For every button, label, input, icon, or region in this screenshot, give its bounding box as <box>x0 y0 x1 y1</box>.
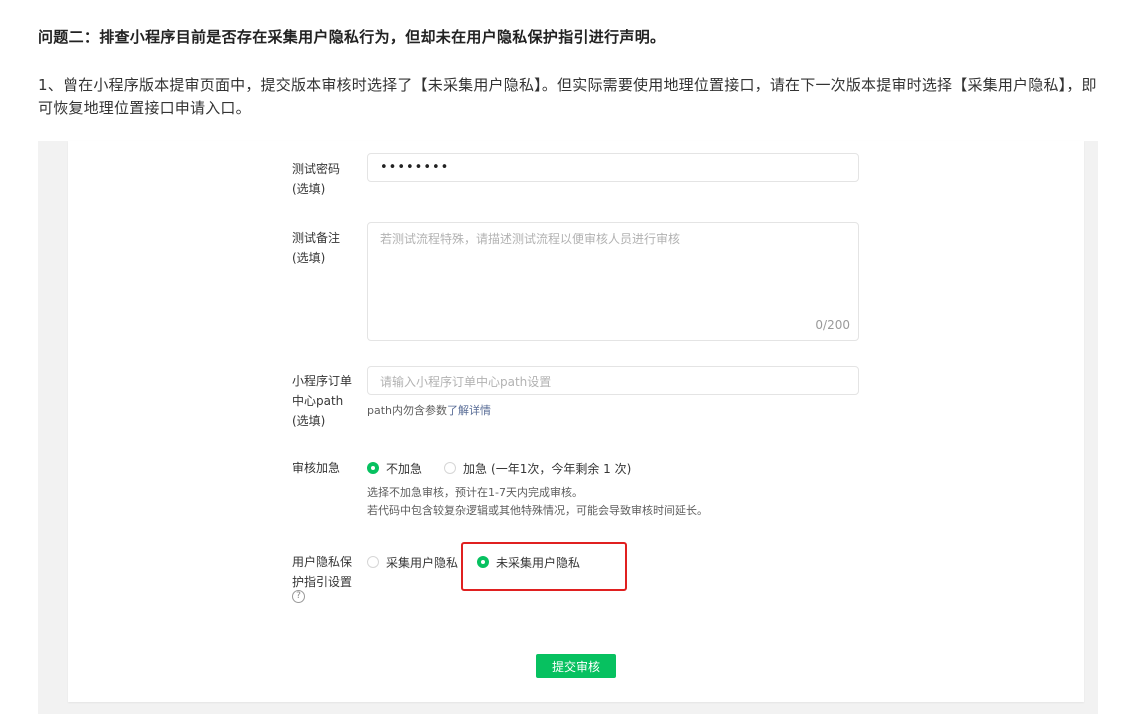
test-password-label: 测试密码 (选填) <box>292 162 341 196</box>
radio-urgent-label: 加急 <box>463 461 488 476</box>
urgent-review-label: 审核加急 <box>292 461 341 475</box>
urgent-quota-note: (一年1次，今年剩余 1 次) <box>491 461 632 476</box>
radio-checked-icon[interactable] <box>367 462 379 474</box>
urgent-desc-1: 选择不加急审核，预计在1-7天内完成审核。 <box>367 486 583 499</box>
radio-urgent[interactable]: 加急 (一年1次，今年剩余 1 次) <box>444 458 631 478</box>
section-heading: 问题二：排查小程序目前是否存在采集用户隐私行为，但却未在用户隐私保护指引进行声明… <box>38 28 666 46</box>
help-icon[interactable]: ? <box>292 590 305 603</box>
test-notes-placeholder: 若测试流程特殊，请描述测试流程以便审核人员进行审核 <box>380 232 681 246</box>
order-path-hint-text: path内勿含参数 <box>367 404 448 417</box>
radio-not-urgent-label: 不加急 <box>386 461 423 476</box>
test-notes-textarea[interactable]: 若测试流程特殊，请描述测试流程以便审核人员进行审核 0/200 <box>367 222 859 341</box>
test-notes-label: 测试备注 (选填) <box>292 231 341 265</box>
radio-collect-privacy-label: 采集用户隐私 <box>386 555 459 570</box>
instruction-paragraph: 1、曾在小程序版本提审页面中，提交版本审核时选择了【未采集用户隐私】。但实际需要… <box>38 76 1097 117</box>
radio-not-urgent[interactable]: 不加急 <box>367 458 422 478</box>
order-path-hint: path内勿含参数了解详情 <box>367 402 491 419</box>
submit-review-button[interactable]: 提交审核 <box>536 654 616 678</box>
urgent-desc-2: 若代码中包含较复杂逻辑或其他特殊情况，可能会导致审核时间延长。 <box>367 504 708 517</box>
radio-collect-privacy[interactable]: 采集用户隐私 <box>367 552 458 572</box>
radio-unchecked-icon[interactable] <box>367 556 379 568</box>
document: 问题二：排查小程序目前是否存在采集用户隐私行为，但却未在用户隐私保护指引进行声明… <box>0 0 1135 714</box>
red-highlight-box <box>461 542 627 591</box>
order-path-label: 小程序订单 中心path (选填) <box>292 374 353 428</box>
radio-unchecked-icon[interactable] <box>444 462 456 474</box>
test-password-input[interactable]: •••••••• <box>367 153 859 182</box>
char-counter: 0/200 <box>815 318 850 332</box>
learn-more-link[interactable]: 了解详情 <box>447 404 491 417</box>
order-path-input[interactable]: 请输入小程序订单中心path设置 <box>367 366 859 395</box>
privacy-guide-label: 用户隐私保 护指引设置 <box>292 555 353 589</box>
